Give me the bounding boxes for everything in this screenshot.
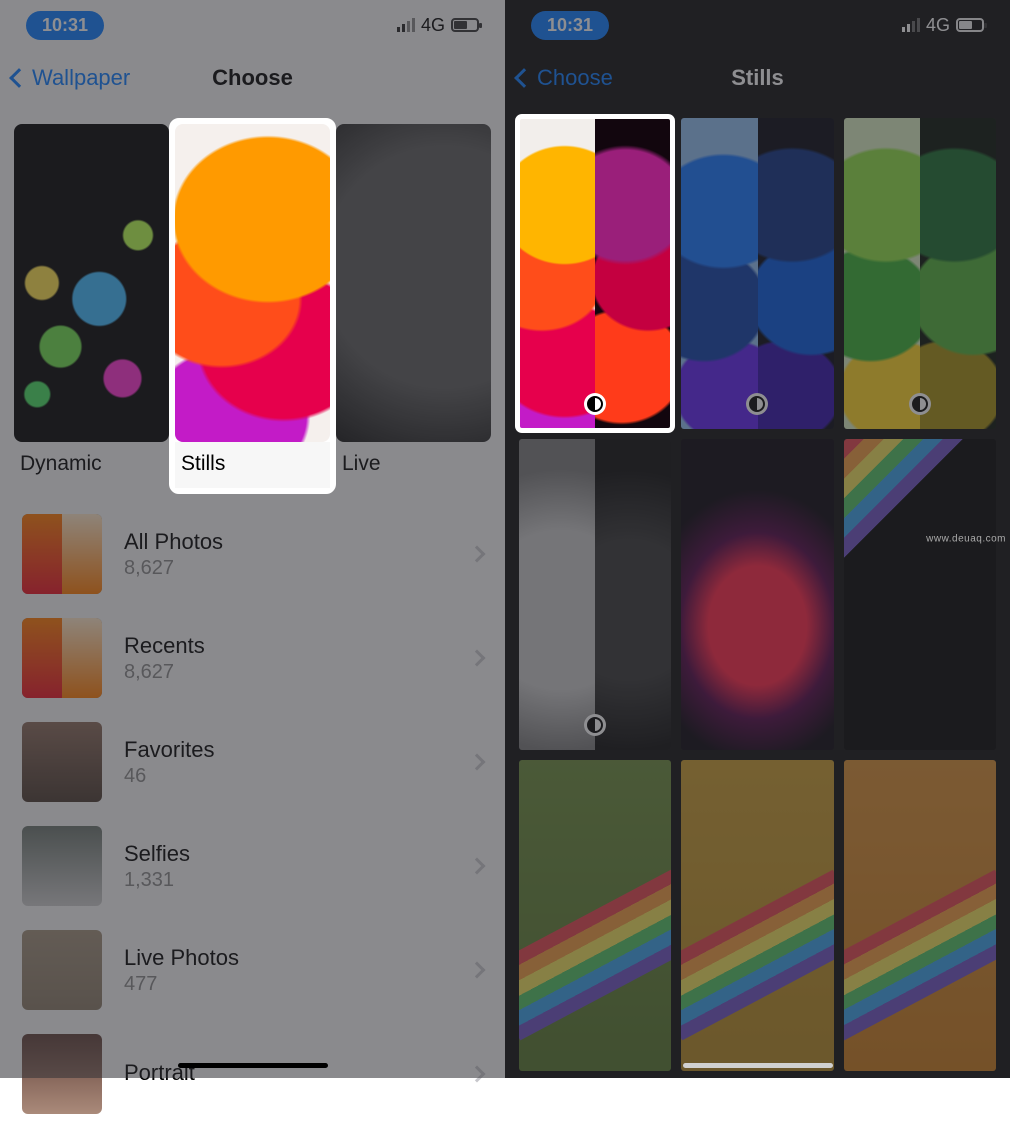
home-indicator[interactable] — [683, 1063, 833, 1068]
cellular-signal-icon — [397, 18, 415, 32]
album-count: 477 — [124, 973, 449, 996]
album-count: 8,627 — [124, 661, 449, 684]
album-thumb — [22, 618, 102, 698]
status-bar: 10:31 4G — [505, 0, 1010, 50]
appearance-mode-icon — [584, 393, 606, 415]
status-time-pill[interactable]: 10:31 — [531, 11, 609, 40]
wallpaper-categories: Dynamic Stills Live — [0, 106, 505, 494]
album-row-live-photos[interactable]: Live Photos 477 — [0, 918, 505, 1022]
nav-bar: Choose Stills — [505, 50, 1010, 106]
album-row-portrait[interactable]: Portrait — [0, 1022, 505, 1126]
back-label: Wallpaper — [32, 65, 130, 91]
cellular-signal-icon — [902, 18, 920, 32]
still-thumb-green-split[interactable] — [844, 118, 996, 429]
still-thumb-olive-stripe[interactable] — [519, 760, 671, 1071]
category-live-label: Live — [336, 442, 491, 488]
stills-grid — [505, 106, 1010, 1083]
photo-albums-list: All Photos 8,627 Recents 8,627 Favorites… — [0, 502, 505, 1126]
home-indicator[interactable] — [178, 1063, 328, 1068]
back-label: Choose — [537, 65, 613, 91]
back-button[interactable]: Choose — [517, 65, 613, 91]
album-title: Live Photos — [124, 945, 449, 971]
category-dynamic-thumb — [14, 124, 169, 442]
category-dynamic-label: Dynamic — [14, 442, 169, 488]
chevron-right-icon — [469, 962, 486, 979]
chevron-right-icon — [469, 650, 486, 667]
album-thumb — [22, 826, 102, 906]
page-title: Stills — [731, 65, 784, 91]
back-button[interactable]: Wallpaper — [12, 65, 130, 91]
still-thumb-bw-orb[interactable] — [519, 439, 671, 750]
chevron-right-icon — [469, 546, 486, 563]
still-thumb-amber-stripe[interactable] — [844, 760, 996, 1071]
battery-icon — [956, 18, 984, 32]
appearance-mode-icon — [584, 714, 606, 736]
chevron-left-icon — [9, 68, 29, 88]
status-icons: 4G — [902, 15, 984, 36]
still-thumb-red-bloom[interactable] — [681, 439, 833, 750]
still-thumb-rainbow-dark[interactable] — [844, 439, 996, 750]
appearance-mode-icon — [746, 393, 768, 415]
category-stills[interactable]: Stills — [169, 118, 336, 494]
album-row-all-photos[interactable]: All Photos 8,627 — [0, 502, 505, 606]
category-live[interactable]: Live — [336, 124, 491, 494]
album-row-selfies[interactable]: Selfies 1,331 — [0, 814, 505, 918]
still-thumb-gold-stripe[interactable] — [681, 760, 833, 1071]
status-time-pill[interactable]: 10:31 — [26, 11, 104, 40]
category-stills-label: Stills — [175, 442, 330, 488]
cellular-label: 4G — [926, 15, 950, 36]
category-stills-thumb — [175, 124, 330, 442]
album-title: Recents — [124, 633, 449, 659]
chevron-right-icon — [469, 858, 486, 875]
album-thumb — [22, 930, 102, 1010]
album-count: 46 — [124, 765, 449, 788]
album-thumb — [22, 514, 102, 594]
album-title: Favorites — [124, 737, 449, 763]
album-thumb — [22, 1034, 102, 1114]
chevron-left-icon — [514, 68, 534, 88]
chevron-right-icon — [469, 754, 486, 771]
screenshot-right: 10:31 4G Choose Stills — [505, 0, 1010, 1078]
album-row-recents[interactable]: Recents 8,627 — [0, 606, 505, 710]
album-title: Selfies — [124, 841, 449, 867]
watermark-text: www.deuaq.com — [926, 534, 1006, 545]
album-row-favorites[interactable]: Favorites 46 — [0, 710, 505, 814]
album-thumb — [22, 722, 102, 802]
screenshot-left: 10:31 4G Wallpaper Choose Dynamic Stills… — [0, 0, 505, 1078]
status-icons: 4G — [397, 15, 479, 36]
nav-bar: Wallpaper Choose — [0, 50, 505, 106]
still-thumb-blue-split[interactable] — [681, 118, 833, 429]
category-live-thumb — [336, 124, 491, 442]
battery-icon — [451, 18, 479, 32]
album-title: All Photos — [124, 529, 449, 555]
status-bar: 10:31 4G — [0, 0, 505, 50]
category-dynamic[interactable]: Dynamic — [14, 124, 169, 494]
page-title: Choose — [212, 65, 293, 91]
appearance-mode-icon — [909, 393, 931, 415]
album-count: 1,331 — [124, 869, 449, 892]
cellular-label: 4G — [421, 15, 445, 36]
album-count: 8,627 — [124, 557, 449, 580]
still-thumb-orange-split[interactable] — [519, 118, 671, 429]
chevron-right-icon — [469, 1066, 486, 1083]
